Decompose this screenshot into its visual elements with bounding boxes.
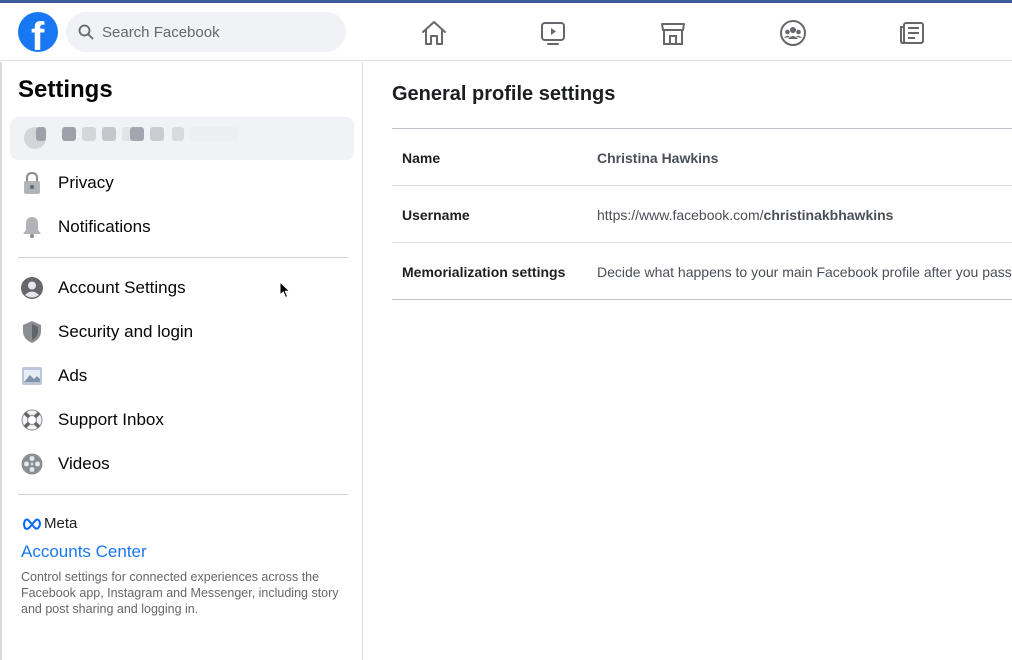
- groups-icon[interactable]: [779, 19, 807, 47]
- ads-icon: [22, 367, 42, 385]
- sidebar-item-label: Notifications: [58, 217, 151, 236]
- username-url-prefix: https://www.facebook.com/: [597, 207, 764, 223]
- marketplace-icon[interactable]: [659, 19, 687, 47]
- row-label: Username: [402, 207, 470, 223]
- settings-table: Name Christina Hawkins Username https://…: [392, 128, 1012, 300]
- main-content: General profile settings Name Christina …: [364, 62, 1012, 660]
- page-title: General profile settings: [392, 83, 616, 105]
- accounts-center-description: Control settings for connected experienc…: [21, 570, 339, 616]
- row-value: Decide what happens to your main Faceboo…: [597, 264, 1012, 280]
- bell-icon: [23, 217, 41, 238]
- news-feed-icon[interactable]: [898, 19, 926, 47]
- sidebar-item-notifications[interactable]: Notifications: [10, 205, 354, 249]
- sidebar-item-videos[interactable]: Videos: [10, 442, 354, 486]
- meta-logo: Meta: [22, 515, 77, 532]
- redacted-text: [82, 127, 96, 141]
- sidebar-item-label: Videos: [58, 454, 110, 473]
- profile-row-blurred[interactable]: [10, 117, 354, 160]
- film-reel-icon: [21, 453, 43, 475]
- meta-infinity-icon: [23, 517, 41, 530]
- table-row-name[interactable]: Name Christina Hawkins: [392, 129, 1012, 186]
- settings-sidebar: Settings Privacy Notifications Account S…: [0, 62, 363, 660]
- redacted-text: [62, 127, 76, 141]
- meta-label: Meta: [44, 515, 78, 532]
- row-label: Name: [402, 150, 441, 166]
- sidebar-item-security[interactable]: Security and login: [10, 310, 354, 354]
- mouse-cursor-icon: [279, 281, 291, 299]
- sidebar-item-label: Support Inbox: [58, 410, 164, 429]
- lock-icon: [24, 171, 40, 194]
- sidebar-divider: [18, 494, 348, 495]
- redacted-text: [172, 127, 184, 141]
- sidebar-divider: [18, 257, 348, 258]
- sidebar-item-label: Ads: [58, 366, 88, 385]
- top-nav-bar: f: [0, 3, 1012, 61]
- accounts-center-link[interactable]: Accounts Center: [21, 542, 147, 562]
- account-icon: [21, 277, 43, 299]
- row-value: https://www.facebook.com/christinakbhawk…: [597, 207, 893, 223]
- sidebar-item-label: Privacy: [58, 173, 114, 192]
- search-icon: [78, 24, 94, 40]
- facebook-logo-icon[interactable]: f: [18, 12, 58, 52]
- sidebar-item-support-inbox[interactable]: Support Inbox: [10, 398, 354, 442]
- lifebuoy-icon: [21, 409, 43, 431]
- redacted-text: [150, 127, 164, 141]
- shield-icon: [23, 321, 41, 343]
- row-label: Memorialization settings: [402, 264, 566, 280]
- sidebar-item-account-settings[interactable]: Account Settings: [10, 266, 354, 310]
- sidebar-title: Settings: [18, 76, 113, 103]
- redacted-text: [102, 127, 116, 141]
- sidebar-item-label: Security and login: [58, 322, 194, 341]
- table-row-username[interactable]: Username https://www.facebook.com/christ…: [392, 186, 1012, 243]
- redacted-text: [190, 127, 238, 141]
- redacted-text: [36, 127, 46, 141]
- username-handle: christinakbhawkins: [763, 207, 894, 223]
- search-box[interactable]: [66, 12, 346, 52]
- table-row-memorialization[interactable]: Memorialization settings Decide what hap…: [392, 243, 1012, 300]
- sidebar-item-label: Account Settings: [58, 278, 186, 297]
- watch-icon[interactable]: [539, 19, 567, 47]
- home-icon[interactable]: [420, 19, 448, 47]
- row-value: Christina Hawkins: [597, 150, 719, 166]
- search-input[interactable]: [102, 12, 332, 52]
- sidebar-item-ads[interactable]: Ads: [10, 354, 354, 398]
- sidebar-item-privacy[interactable]: Privacy: [10, 161, 354, 205]
- redacted-text: [130, 127, 144, 141]
